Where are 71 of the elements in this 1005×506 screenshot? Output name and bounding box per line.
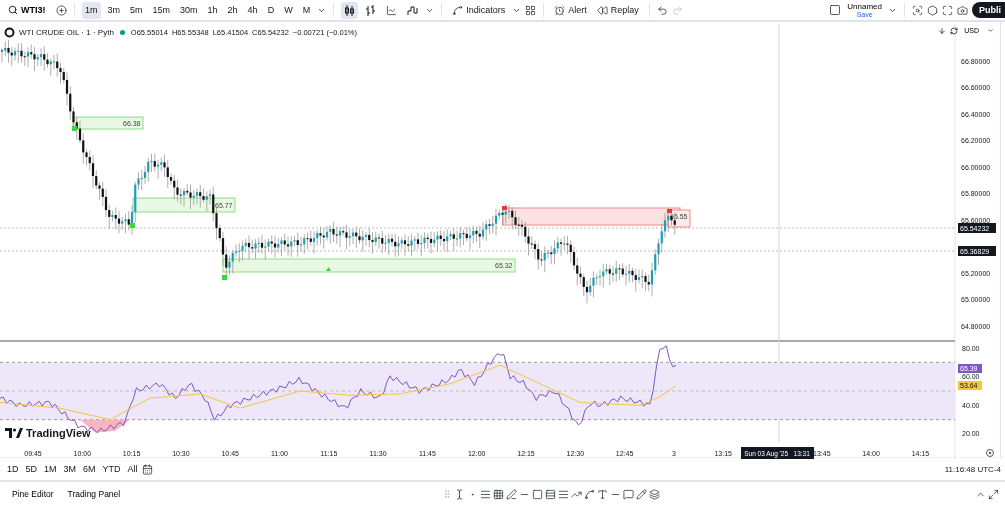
clock: 11:16:48 UTC-4 [944,464,1001,474]
add-symbol-button[interactable] [56,4,67,16]
publish-button[interactable]: Publi [972,2,1005,18]
range-button[interactable]: 6M [80,460,99,478]
range-button[interactable]: 1D [4,460,22,478]
comment-icon[interactable] [622,488,634,500]
interval-button[interactable]: 1m [82,1,101,19]
range-button[interactable]: YTD [99,460,124,478]
lines-icon[interactable] [479,488,491,500]
layout-grid-button[interactable] [525,4,537,16]
triangle-marker [326,267,331,271]
square-button[interactable] [829,4,842,16]
support-marker [72,126,77,131]
interval-button[interactable]: 4h [244,1,261,19]
quick-search-button[interactable] [912,4,923,16]
interval-button[interactable]: 5m [127,1,146,19]
chevron-down-icon [987,27,994,34]
interval-button[interactable]: W [281,1,296,19]
lines-icon[interactable] [557,488,569,500]
step-line-icon [407,4,419,16]
panel-tab[interactable]: Trading Panel [61,487,127,501]
chart-type-button[interactable] [341,1,359,19]
candles-icon [344,4,356,16]
alarm-clock-icon [554,4,566,16]
brand-logo-icon [5,428,23,438]
camera-button[interactable] [957,4,968,16]
indicators-button[interactable]: Indicators [449,1,509,19]
sync-button[interactable] [950,26,959,35]
date-range-button[interactable] [141,463,153,475]
range-button[interactable]: 1M [41,460,60,478]
bars-icon [365,4,377,16]
spline-icon[interactable] [583,488,595,500]
settings-button[interactable] [927,4,938,16]
scroll-down-button[interactable] [938,26,947,35]
replay-button[interactable]: Replay [593,1,642,19]
curve-icon [452,4,464,16]
interval-button[interactable]: M [299,1,314,19]
undo-button[interactable] [656,4,668,16]
range-button[interactable]: 5D [22,460,41,478]
resistance-marker [502,206,507,210]
interval-button[interactable]: 1h [204,1,221,19]
pen-icon[interactable] [505,488,517,500]
maximize-icon[interactable] [988,488,999,500]
symbol-title: WTI CRUDE OIL · 1 · Pyth [19,28,114,37]
support-marker [222,275,227,280]
fullscreen-button[interactable] [942,4,953,16]
pencil-icon[interactable] [635,488,647,500]
support-marker [130,223,135,228]
support-zone [72,116,144,130]
layers-icon[interactable] [648,488,660,500]
range-button[interactable]: 3M [60,460,80,478]
panel-tab[interactable]: Pine Editor [6,487,60,501]
alert-button[interactable]: Alert [551,1,590,19]
square-icon[interactable] [531,488,543,500]
interval-button[interactable]: D [264,1,278,19]
line-chart-icon [386,4,398,16]
interval-button[interactable]: 3m [104,1,124,19]
symbol-search[interactable]: WTI3! [4,5,52,15]
range-button[interactable]: All [124,460,141,478]
interval-button[interactable]: 30m [177,1,201,19]
interval-button[interactable]: 15m [149,1,174,19]
search-icon [8,5,18,15]
settings-icon[interactable] [986,449,994,457]
brand-name: TradingView [26,427,91,439]
rows-icon[interactable] [544,488,556,500]
resistance-marker [667,209,672,213]
symbol-logo-icon [4,27,15,38]
interval-button[interactable]: 2h [224,1,241,19]
grid-icon[interactable] [492,488,504,500]
text-icon[interactable] [596,488,608,500]
rewind-icon [596,4,608,16]
